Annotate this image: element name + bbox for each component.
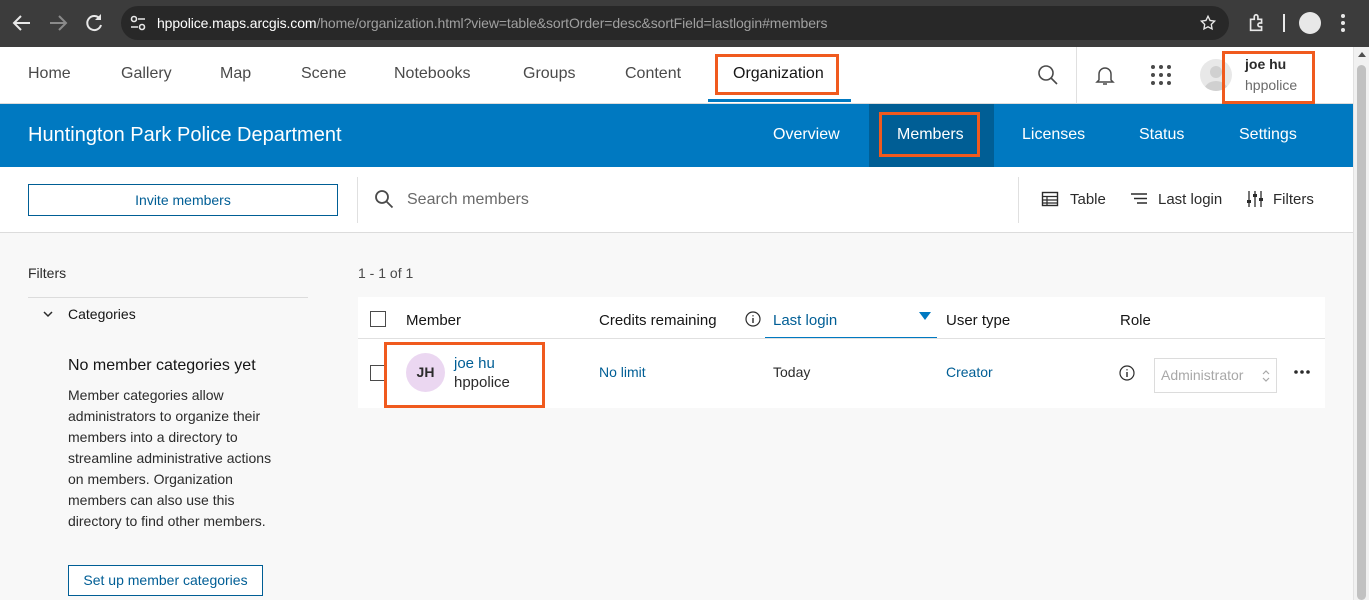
user-type-link[interactable]: Creator	[946, 364, 993, 380]
column-header-user-type[interactable]: User type	[946, 312, 1010, 329]
highlight-box-members	[879, 112, 980, 157]
extensions-icon[interactable]	[1246, 12, 1268, 34]
top-navigation: Home Gallery Map Scene Notebooks Groups …	[0, 47, 1353, 104]
toolbar-separator	[1283, 14, 1285, 32]
filters-heading: Filters	[28, 265, 67, 281]
filter-sliders-icon	[1246, 190, 1264, 208]
select-all-checkbox[interactable]	[370, 311, 386, 327]
credits-value-link[interactable]: No limit	[599, 364, 646, 380]
nav-map[interactable]: Map	[220, 65, 251, 83]
results-count: 1 - 1 of 1	[358, 265, 414, 281]
org-title: Huntington Park Police Department	[28, 124, 342, 146]
nav-gallery[interactable]: Gallery	[121, 65, 172, 83]
invite-members-button[interactable]: Invite members	[28, 184, 338, 216]
bell-icon[interactable]	[1093, 63, 1117, 87]
active-nav-indicator	[708, 99, 851, 102]
forward-arrow-icon[interactable]	[46, 11, 70, 35]
back-arrow-icon[interactable]	[10, 11, 34, 35]
search-icon[interactable]	[1036, 63, 1060, 87]
org-header: Huntington Park Police Department Overvi…	[0, 104, 1353, 167]
highlight-box-user	[1222, 51, 1315, 104]
tab-status[interactable]: Status	[1139, 126, 1184, 144]
page-scrollbar[interactable]	[1353, 47, 1369, 600]
highlight-box-member	[384, 342, 545, 408]
empty-categories-title: No member categories yet	[68, 357, 256, 374]
filters-button[interactable]: Filters	[1246, 190, 1316, 210]
tab-overview[interactable]: Overview	[773, 126, 840, 144]
highlight-box-organization	[715, 54, 839, 95]
filters-divider	[28, 297, 308, 298]
scroll-up-arrow-icon[interactable]	[1358, 52, 1366, 57]
sort-button[interactable]: Last login	[1130, 190, 1225, 210]
members-toolbar: Invite members Table Last login Filters	[0, 167, 1353, 233]
reload-icon[interactable]	[82, 11, 106, 35]
credits-info-icon[interactable]	[745, 311, 761, 327]
nav-notebooks[interactable]: Notebooks	[394, 65, 471, 83]
column-header-member[interactable]: Member	[406, 312, 461, 329]
column-header-credits[interactable]: Credits remaining	[599, 312, 717, 329]
nav-scene[interactable]: Scene	[301, 65, 346, 83]
setup-member-categories-button[interactable]: Set up member categories	[68, 565, 263, 596]
categories-toggle[interactable]: Categories	[68, 306, 136, 322]
column-header-last-login[interactable]: Last login	[773, 312, 837, 329]
updown-chevron-icon	[1262, 369, 1270, 383]
url-text: hppolice.maps.arcgis.com/home/organizati…	[157, 15, 828, 31]
sort-lines-icon	[1130, 190, 1148, 208]
address-bar[interactable]: hppolice.maps.arcgis.com/home/organizati…	[121, 6, 1229, 40]
table-icon	[1041, 190, 1059, 208]
role-select[interactable]: Administrator	[1154, 358, 1277, 393]
more-actions-icon[interactable]	[1293, 369, 1311, 375]
browser-chrome: hppolice.maps.arcgis.com/home/organizati…	[0, 0, 1369, 47]
nav-content[interactable]: Content	[625, 65, 681, 83]
search-icon	[374, 189, 394, 209]
nav-groups[interactable]: Groups	[523, 65, 575, 83]
header-divider	[358, 338, 1325, 339]
browser-profile-avatar[interactable]	[1299, 12, 1321, 34]
scrollbar-thumb[interactable]	[1357, 65, 1366, 600]
tab-licenses[interactable]: Licenses	[1022, 126, 1085, 144]
nav-home[interactable]: Home	[28, 65, 71, 83]
tab-settings[interactable]: Settings	[1239, 126, 1297, 144]
bookmark-star-icon[interactable]	[1199, 14, 1217, 32]
empty-categories-description: Member categories allow administrators t…	[68, 387, 272, 529]
search-members-input[interactable]	[407, 189, 987, 211]
view-table-button[interactable]: Table	[1041, 190, 1111, 210]
site-settings-icon[interactable]	[129, 14, 147, 32]
toolbar-divider	[1018, 177, 1019, 223]
column-header-role[interactable]: Role	[1120, 312, 1151, 329]
role-info-icon[interactable]	[1119, 365, 1135, 381]
toolbar-divider	[357, 177, 358, 223]
nav-divider	[1076, 47, 1077, 104]
members-table: Member Credits remaining Last login User…	[358, 297, 1325, 408]
last-login-value: Today	[773, 364, 811, 380]
browser-menu-icon[interactable]	[1340, 12, 1346, 34]
sort-descending-icon[interactable]	[919, 312, 931, 320]
chevron-down-icon[interactable]	[42, 308, 54, 320]
app-launcher-icon[interactable]	[1149, 63, 1173, 87]
